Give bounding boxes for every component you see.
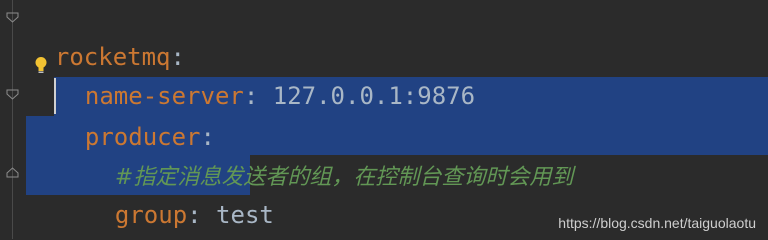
fold-end-icon[interactable] [6, 166, 19, 179]
yaml-value: 127.0.0.1:9876 [258, 82, 476, 110]
fold-arrow-icon[interactable] [6, 88, 19, 101]
yaml-key: group [114, 201, 188, 229]
code-line[interactable]: #指定消息发送者的组，在控制台查询时会用到 [86, 116, 573, 190]
code-line[interactable]: name-server: 127.0.0.1:9876 [56, 36, 475, 110]
yaml-colon: : [187, 201, 202, 229]
yaml-colon: : [243, 82, 259, 110]
fold-arrow-icon[interactable] [6, 11, 19, 24]
code-line[interactable]: producer: [56, 77, 215, 151]
gutter-guide-line [12, 0, 13, 239]
code-line[interactable]: rocketmq: [26, 0, 185, 71]
watermark-text: https://blog.csdn.net/taiguolaotu [558, 215, 756, 231]
code-line[interactable]: group: test [86, 155, 274, 229]
editor-gutter [0, 0, 26, 239]
yaml-value: test [201, 201, 274, 229]
